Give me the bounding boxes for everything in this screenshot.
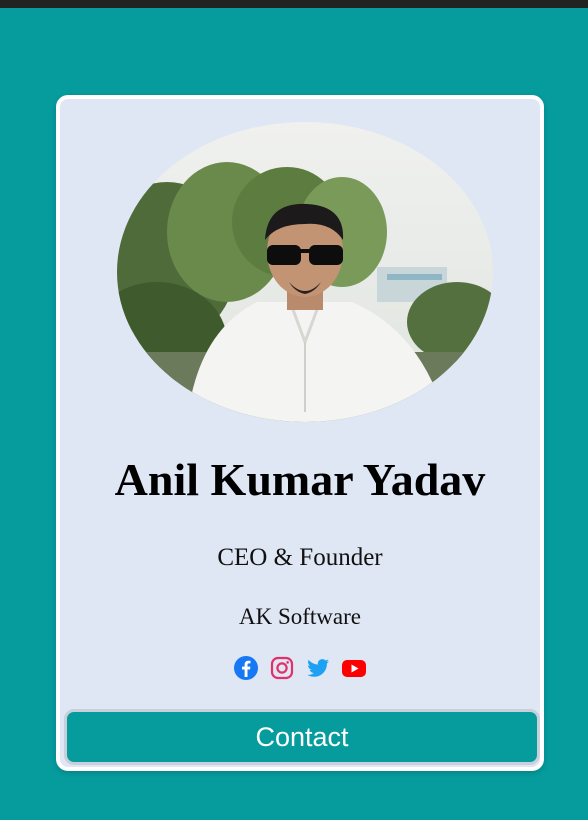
- profile-photo-image: [117, 122, 493, 422]
- profile-photo: [117, 122, 493, 422]
- profile-name: Anil Kumar Yadav: [114, 454, 486, 505]
- browser-top-bar: [0, 0, 588, 8]
- twitter-icon[interactable]: [305, 655, 331, 681]
- profile-card: Anil Kumar Yadav CEO & Founder AK Softwa…: [56, 95, 544, 771]
- instagram-icon[interactable]: [269, 655, 295, 681]
- contact-button[interactable]: Contact: [64, 709, 540, 765]
- youtube-icon[interactable]: [341, 655, 367, 681]
- facebook-icon[interactable]: [233, 655, 259, 681]
- social-links: [60, 655, 540, 681]
- profile-role: CEO & Founder: [217, 544, 383, 571]
- profile-company: AK Software: [239, 604, 361, 629]
